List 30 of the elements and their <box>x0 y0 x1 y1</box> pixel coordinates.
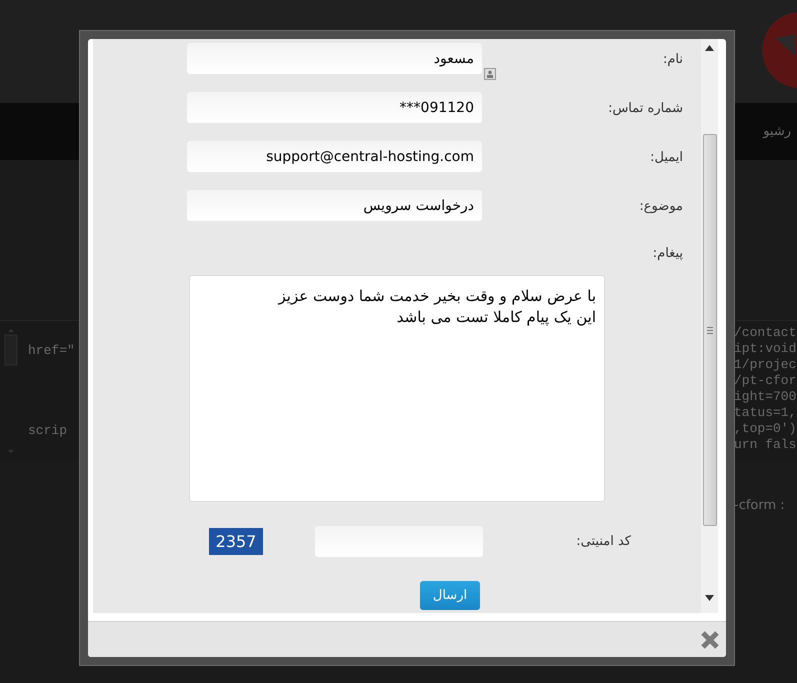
field-label: کد امنیتی: <box>575 532 632 551</box>
code-text: scrip <box>28 422 68 440</box>
field-label: پیغام: <box>652 245 683 263</box>
text-field[interactable]: support@central-hosting.com <box>187 141 482 172</box>
code-text: tatus=1, <box>734 405 797 421</box>
close-icon[interactable] <box>700 630 720 650</box>
text-field[interactable]: درخواست سرویس <box>187 190 482 221</box>
code-text: /contact <box>734 325 797 341</box>
message-field[interactable]: با عرض سلام و وقت بخیر خدمت شما دوست عزیز این یک پیام کاملا تست می باشد <box>189 275 605 502</box>
field-label: موضوع: <box>638 198 684 216</box>
captcha-image: 2357 <box>209 528 263 555</box>
scrollbar[interactable] <box>701 39 718 613</box>
code-text: href=" <box>28 342 75 360</box>
scrollbar-thumb[interactable] <box>702 134 716 526</box>
field-label: ایمیل: <box>649 149 684 167</box>
field-label: شماره تماس: <box>607 100 684 118</box>
nav-item[interactable]: رشیو <box>763 122 791 142</box>
field-label: نام: <box>662 51 684 69</box>
text-field[interactable]: مسعود <box>187 43 482 74</box>
scroll-down-icon[interactable] <box>705 595 714 601</box>
scroll-up-icon[interactable] <box>705 45 714 51</box>
text-field[interactable]: 091120*** <box>187 92 482 123</box>
code-text: -cform : <box>734 497 786 515</box>
code-text: urn fals <box>734 437 797 453</box>
code-text: /pt-cfor <box>734 373 797 389</box>
grip-icon <box>706 326 712 334</box>
code-text: 1/projec <box>734 357 797 373</box>
code-text: ,top=0') <box>734 421 797 437</box>
code-text: ipt:void <box>734 341 797 357</box>
code-text: ight=700 <box>734 389 797 405</box>
